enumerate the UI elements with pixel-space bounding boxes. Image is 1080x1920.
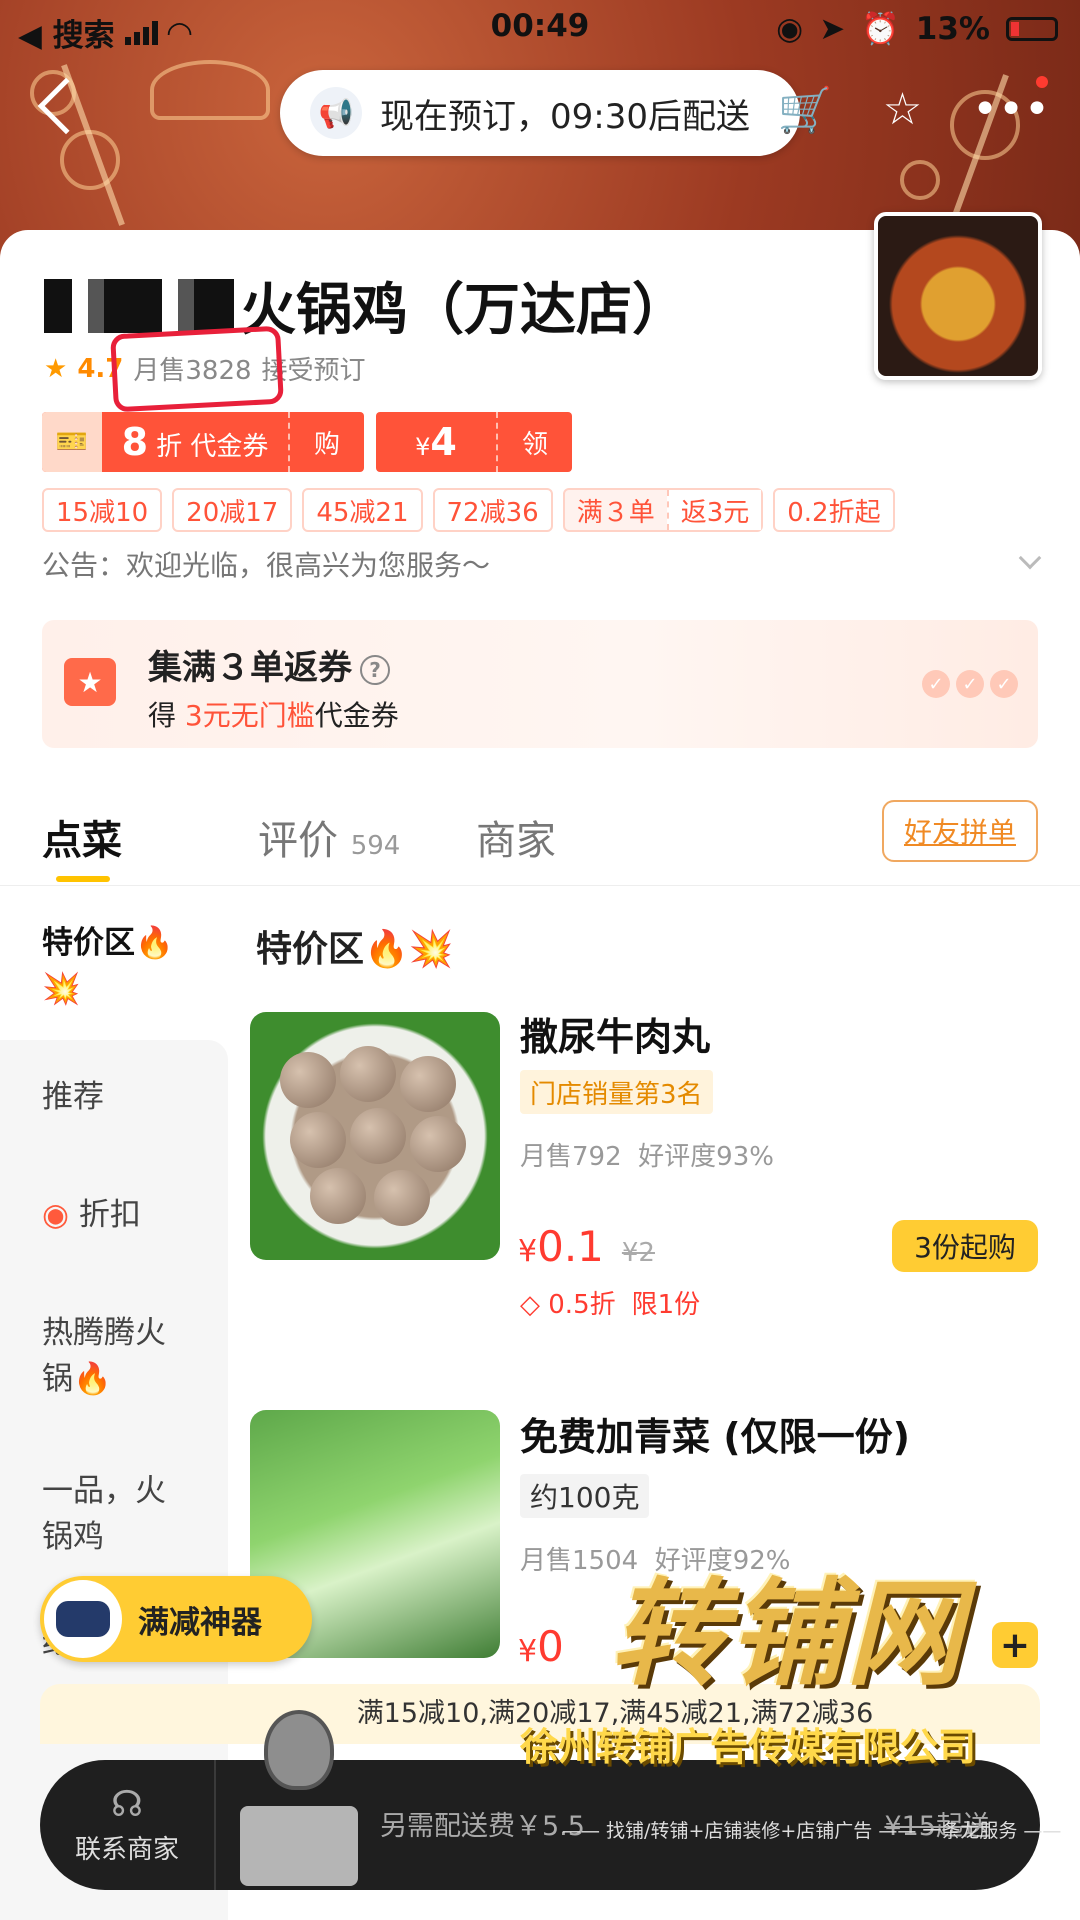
discount-tag-icon: ◉ bbox=[42, 1197, 70, 1233]
discount-tag-icon: ◇ bbox=[520, 1290, 540, 1320]
delivery-fee: 另需配送费￥5.5 bbox=[380, 1811, 585, 1842]
check-icon: ✓ bbox=[956, 670, 984, 698]
rider-cart-icon[interactable] bbox=[230, 1710, 370, 1890]
promo-tag: 45减21 bbox=[302, 488, 423, 532]
banner-decoration bbox=[150, 60, 270, 120]
sidebar-item-hotpot[interactable]: 热腾腾火锅🔥 bbox=[42, 1310, 192, 1402]
coupon-value: 8折 代金券 bbox=[121, 420, 269, 464]
location-icon: ➤ bbox=[819, 10, 846, 47]
sidebar-item-special[interactable]: 特价区🔥💥 bbox=[42, 920, 192, 1012]
watermark-services: —— 找铺/转铺+店铺装修+店铺广告 —— 一条龙服务 —— bbox=[562, 1820, 1062, 1842]
product-name[interactable]: 免费加青菜 (仅限一份) bbox=[520, 1406, 910, 1461]
watermark-company: 徐州转铺广告传媒有限公司 bbox=[520, 1725, 977, 1769]
product-name[interactable]: 撒尿牛肉丸 bbox=[520, 1006, 710, 1061]
collect-subtitle: 得 3元无门槛代金券 bbox=[148, 699, 399, 732]
buy-coupon-button[interactable]: 购 bbox=[288, 412, 364, 472]
promo-tags: 15减10 20减17 45减21 72减36 满３单 返3元 0.2折起 bbox=[42, 488, 895, 532]
status-right: ◉ ➤ ⏰ 13% bbox=[776, 10, 1058, 47]
progress-checks: ✓ ✓ ✓ bbox=[922, 670, 1018, 698]
ticket-icon: 🎫 bbox=[42, 412, 102, 472]
tab-bar: 点菜 评价 594 商家 好友拼单 bbox=[0, 790, 1080, 886]
claim-coupon-button[interactable]: 领 bbox=[496, 412, 572, 472]
annotation-circle bbox=[110, 325, 284, 413]
add-to-cart-button[interactable]: + bbox=[992, 1622, 1038, 1668]
reservation-pill: 📢 现在预订，09:30后配送 bbox=[280, 70, 800, 156]
promo-helper-label: 满减神器 bbox=[138, 1604, 262, 1641]
sidebar-item-recommend[interactable]: 推荐 bbox=[42, 1074, 192, 1120]
promo-tag: 15减10 bbox=[42, 488, 163, 532]
product-image[interactable] bbox=[250, 1012, 500, 1260]
friend-order-button[interactable]: 好友拼单 bbox=[882, 800, 1038, 862]
weight-badge: 约100克 bbox=[520, 1474, 650, 1518]
status-bar: ◀ 搜索 ◠ 00:49 ◉ ➤ ⏰ 13% bbox=[0, 0, 1080, 56]
rating-star-icon: ★ bbox=[44, 353, 68, 384]
banner-decoration bbox=[900, 160, 940, 200]
contact-label: 联系商家 bbox=[74, 1835, 179, 1865]
cart-icon[interactable]: 🛒 bbox=[778, 84, 833, 136]
megaphone-icon: 📢 bbox=[310, 87, 362, 139]
product-price: ¥0.1 ¥2 bbox=[518, 1222, 655, 1271]
coupon-star-icon: ★ bbox=[64, 658, 116, 706]
tab-order[interactable]: 点菜 bbox=[42, 808, 122, 866]
robot-icon bbox=[44, 1580, 122, 1658]
cash-coupon[interactable]: ¥4 领 bbox=[376, 412, 572, 472]
sales-rank-badge: 门店销量第3名 bbox=[520, 1070, 713, 1114]
tab-merchant[interactable]: 商家 bbox=[476, 808, 556, 866]
battery-percent: 13% bbox=[915, 10, 990, 47]
product-price: ¥0 bbox=[518, 1622, 564, 1671]
sidebar-item-discount[interactable]: ◉ 折扣 bbox=[42, 1192, 192, 1238]
shop-notice[interactable]: 公告：欢迎光临，很高兴为您服务～ bbox=[42, 544, 490, 584]
sidebar-item-chicken[interactable]: 一品，火锅鸡 bbox=[42, 1468, 192, 1560]
contact-merchant-button[interactable]: ☊ 联系商家 bbox=[40, 1760, 216, 1890]
check-icon: ✓ bbox=[990, 670, 1018, 698]
check-icon: ✓ bbox=[922, 670, 950, 698]
shop-thumbnail[interactable] bbox=[874, 212, 1042, 380]
alarm-icon: ⏰ bbox=[861, 11, 900, 47]
product-stats: 月售792 好评度93% bbox=[520, 1142, 774, 1172]
watermark-logo: 转铺网 bbox=[610, 1566, 964, 1702]
collect-orders-banner[interactable]: ★ 集满３单返券? 得 3元无门槛代金券 ✓ ✓ ✓ bbox=[42, 620, 1038, 748]
nav-actions: 🛒 ☆ ••• bbox=[778, 84, 1050, 136]
promo-helper-button[interactable]: 满减神器 bbox=[40, 1576, 312, 1662]
shop-name: 火锅鸡（万达店） bbox=[240, 278, 688, 343]
product-discount: ◇ 0.5折 限1份 bbox=[520, 1290, 701, 1320]
redacted-name bbox=[44, 278, 234, 333]
collect-title: 集满３单返券? bbox=[148, 640, 390, 689]
meatball-image bbox=[250, 1012, 500, 1260]
discount-coupon[interactable]: 🎫 8折 代金券 购 bbox=[42, 412, 364, 472]
promo-tag: 20减17 bbox=[172, 488, 293, 532]
promo-tag: 0.2折起 bbox=[773, 488, 895, 532]
star-icon[interactable]: ☆ bbox=[883, 84, 922, 136]
battery-icon bbox=[1006, 16, 1058, 41]
help-icon[interactable]: ? bbox=[360, 654, 390, 685]
review-count: 594 bbox=[350, 831, 401, 861]
promo-tag: 72减36 bbox=[432, 488, 553, 532]
original-price: ¥2 bbox=[621, 1238, 655, 1268]
section-title: 特价区🔥💥 bbox=[256, 929, 454, 970]
active-tab-indicator bbox=[56, 876, 110, 882]
more-icon[interactable]: ••• bbox=[972, 84, 1050, 136]
lock-rotation-icon: ◉ bbox=[776, 10, 804, 47]
reservation-notice: 现在预订，09:30后配送 bbox=[380, 96, 750, 137]
tab-reviews[interactable]: 评价 594 bbox=[258, 808, 400, 866]
coupon-value: ¥4 bbox=[415, 420, 457, 464]
promo-tag-collect: 满３单 返3元 bbox=[562, 488, 764, 532]
min-purchase-button[interactable]: 3份起购 bbox=[892, 1220, 1038, 1272]
notification-dot bbox=[1036, 76, 1048, 88]
headset-icon: ☊ bbox=[111, 1784, 143, 1825]
